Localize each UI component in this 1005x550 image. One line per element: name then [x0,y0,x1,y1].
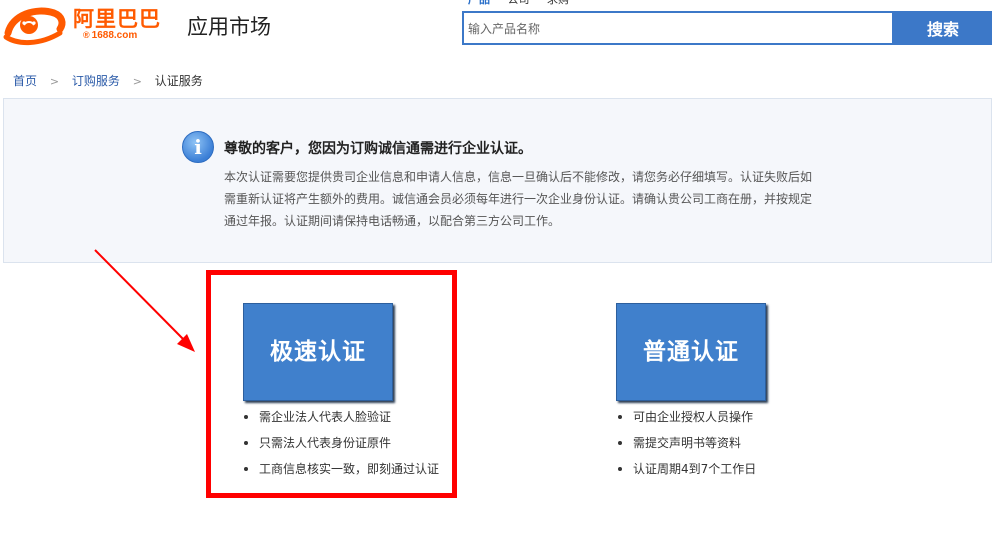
notice-line: 需重新认证将产生额外的费用。诚信通会员必须每年进行一次企业身份认证。请确认贵公司… [224,192,813,206]
breadcrumb-order-service[interactable]: 订购服务 [72,74,120,88]
search-input[interactable] [468,18,888,40]
header: 阿里巴巴 ®1688.com 应用市场 产品 公司 求购 搜索 [0,0,1005,60]
breadcrumb: 首页 > 订购服务 > 认证服务 [13,72,203,90]
search-box [462,11,894,45]
search-tabs: 产品 公司 求购 [468,0,583,6]
feature-item: 认证周期4到7个工作日 [617,459,756,485]
registered-mark: ® [83,30,90,40]
notice-line: 本次认证需要您提供贵司企业信息和申请人信息，信息一旦确认后不能修改，请您务必仔细… [224,170,813,184]
chevron-right-icon: > [132,75,142,88]
notice-title: 尊敬的客户，您因为订购诚信通需进行企业认证。 [224,141,532,157]
logo-domain: ® 1688.com [83,30,137,41]
feature-item: 需提交声明书等资料 [617,433,756,459]
notice-line: 通过年报。认证期间请保持电话畅通，以配合第三方公司工作。 [224,214,561,228]
breadcrumb-current: 认证服务 [154,74,203,88]
info-icon: i [182,131,214,163]
fast-certification-button[interactable]: 极速认证 [243,303,393,401]
chevron-right-icon: > [49,75,60,88]
search-tab-company[interactable]: 公司 [508,0,530,7]
search-tab-product[interactable]: 产品 [468,0,490,7]
search-button[interactable]: 搜索 [894,11,992,45]
notice-body: 本次认证需要您提供贵司企业信息和申请人信息，信息一旦确认后不能修改，请您务必仔细… [224,166,824,232]
feature-item: 需企业法人代表人脸验证 [243,407,439,433]
notice-panel: i 尊敬的客户，您因为订购诚信通需进行企业认证。 本次认证需要您提供贵司企业信息… [3,98,992,263]
breadcrumb-home[interactable]: 首页 [13,74,37,88]
alibaba-smile-icon [3,7,66,45]
logo-wordmark: 阿里巴巴 [73,7,161,31]
normal-certification-features: 可由企业授权人员操作 需提交声明书等资料 认证周期4到7个工作日 [617,407,756,485]
feature-item: 工商信息核实一致，即刻通过认证 [243,459,439,485]
page-title: 应用市场 [187,15,271,39]
feature-item: 只需法人代表身份证原件 [243,433,439,459]
fast-certification-features: 需企业法人代表人脸验证 只需法人代表身份证原件 工商信息核实一致，即刻通过认证 [243,407,439,485]
search-tab-buying[interactable]: 求购 [547,0,569,7]
alibaba-logo[interactable]: 阿里巴巴 ® 1688.com [2,3,164,47]
logo-domain-text: 1688.com [91,30,138,41]
normal-certification-button[interactable]: 普通认证 [616,303,766,401]
feature-item: 可由企业授权人员操作 [617,407,756,433]
